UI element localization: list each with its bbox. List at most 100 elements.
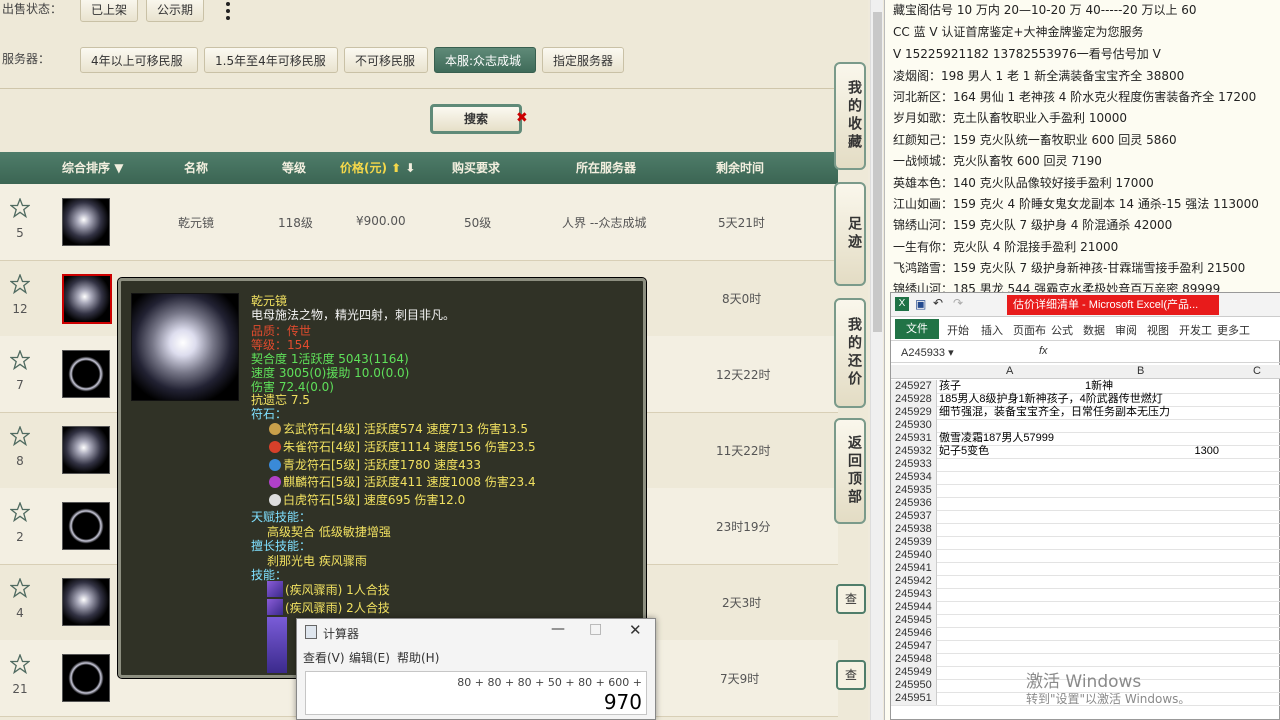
server-button-specify[interactable]: 指定服务器 (542, 47, 624, 73)
item-thumbnail[interactable] (62, 198, 110, 246)
close-icon[interactable]: ✕ (629, 621, 642, 639)
menu-edit[interactable]: 编辑(E) (349, 649, 390, 666)
item-thumbnail[interactable] (62, 502, 110, 550)
header-price[interactable]: 价格(元) ⬆ ⬇ (340, 152, 415, 184)
item-thumbnail[interactable] (62, 426, 110, 474)
excel-window[interactable]: X ▣ ↶ ↷ 估价详细清单 - Microsoft Excel(产品... 文… (890, 292, 1280, 720)
rank-number: 7 (16, 378, 24, 392)
close-icon[interactable]: ✖ (516, 110, 528, 126)
star-icon[interactable] (10, 198, 30, 218)
star-icon[interactable] (10, 274, 30, 294)
table-row[interactable]: 245928 185男人8级护身1新神孩子，4阶武器传世燃灯 (891, 393, 1280, 407)
table-row[interactable]: 245935 (891, 484, 1280, 498)
rank-number: 2 (16, 530, 24, 544)
item-thumbnail[interactable] (62, 350, 110, 398)
tab-developer[interactable]: 开发工 (1179, 322, 1212, 338)
table-row[interactable]: 245942 (891, 575, 1280, 589)
table-row[interactable]: 245937 (891, 510, 1280, 524)
item-thumbnail[interactable] (62, 274, 112, 324)
calculator-title: 计算器 (323, 627, 360, 641)
more-vertical-icon[interactable] (222, 0, 234, 22)
tab-file[interactable]: 文件 (895, 319, 939, 339)
item-thumbnail[interactable] (62, 654, 110, 702)
server-button-non-migrate[interactable]: 不可移民服 (344, 47, 428, 73)
server-button-1-5yr[interactable]: 1.5年至4年可移民服 (204, 47, 338, 73)
tab-formula[interactable]: 公式 (1051, 322, 1073, 338)
side-button-back-to-top[interactable]: 返回顶部 (834, 418, 866, 524)
view-button[interactable]: 查 (836, 660, 866, 690)
star-icon[interactable] (10, 654, 30, 674)
tab-data[interactable]: 数据 (1083, 322, 1105, 338)
side-button-favorites[interactable]: 我的收藏 (834, 62, 866, 170)
table-row[interactable]: 245933 (891, 458, 1280, 472)
star-icon[interactable] (10, 502, 30, 522)
tab-more[interactable]: 更多工 (1217, 322, 1250, 338)
name-box[interactable]: A245933 ▾ (901, 345, 985, 361)
table-row[interactable]: 245934 (891, 471, 1280, 485)
table-row[interactable]: 245947 (891, 640, 1280, 654)
item-thumbnail[interactable] (62, 578, 110, 626)
table-row[interactable]: 245940 (891, 549, 1280, 563)
scrollbar[interactable] (870, 0, 883, 720)
menu-help[interactable]: 帮助(H) (397, 649, 439, 666)
notes-line: 凌烟阁：198 男人 1 老 1 新全满装备宝宝齐全 38800 (893, 69, 1185, 83)
header-sort[interactable]: 综合排序 ▼ (62, 152, 123, 184)
chevron-down-icon: ▼ (114, 161, 124, 175)
excel-title: 估价详细清单 - Microsoft Excel(产品... (1007, 295, 1219, 315)
star-icon[interactable] (10, 350, 30, 370)
table-row[interactable]: 245943 (891, 588, 1280, 602)
table-row[interactable]: 245938 (891, 523, 1280, 537)
table-row[interactable]: 245929 细节强混，装备宝宝齐全，日常任务副本无压力 (891, 406, 1280, 420)
menu-view[interactable]: 查看(V) (303, 649, 345, 666)
scrollbar-thumb[interactable] (873, 12, 882, 332)
notes-line: 红颜知己：159 克火队统一畜牧职业 600 回灵 5860 (893, 133, 1177, 147)
tab-review[interactable]: 审阅 (1115, 322, 1137, 338)
table-row[interactable]: 245945 (891, 614, 1280, 628)
table-row[interactable]: 245941 (891, 562, 1280, 576)
rune-icon (269, 441, 281, 453)
save-icon[interactable]: ▣ (915, 297, 926, 311)
rune-icon (269, 423, 281, 435)
star-icon[interactable] (10, 426, 30, 446)
table-row[interactable]: 245930 (891, 419, 1280, 433)
tab-insert[interactable]: 插入 (981, 322, 1003, 338)
search-button[interactable]: 搜索 (430, 104, 522, 134)
server-button-this[interactable]: 本服:众志成城 (434, 47, 536, 73)
table-row[interactable]: 245936 (891, 497, 1280, 511)
chevron-down-icon: ▾ (948, 347, 954, 359)
notes-red-line: 藏宝阁估号 10 万内 20—10-20 万 40-----20 万以上 60 (893, 3, 1197, 17)
undo-icon[interactable]: ↶ (933, 296, 943, 310)
column-header-a[interactable]: A (1006, 365, 1013, 377)
table-row[interactable]: 245944 (891, 601, 1280, 615)
star-icon[interactable] (10, 578, 30, 598)
tab-view[interactable]: 视图 (1147, 322, 1169, 338)
status-button-listed[interactable]: 已上架 (80, 0, 139, 22)
fx-icon[interactable]: fx (1039, 345, 1048, 357)
rune-icon (269, 476, 281, 488)
table-row[interactable]: 245927 孩子 1新神 (891, 380, 1280, 394)
item-name[interactable]: 乾元镜 (178, 214, 214, 231)
column-header-b[interactable]: B (1137, 365, 1144, 377)
rank-number: 21 (12, 682, 28, 696)
table-row[interactable]: 245948 (891, 653, 1280, 667)
status-button-public[interactable]: 公示期 (146, 0, 205, 22)
side-button-history[interactable]: 足迹 (834, 182, 866, 286)
table-row[interactable]: 245939 (891, 536, 1280, 550)
redo-icon[interactable]: ↷ (953, 296, 963, 310)
view-button[interactable]: 查 (836, 584, 866, 614)
calculator-window[interactable]: 计算器 — □ ✕ 查看(V) 编辑(E) 帮助(H) 80 + 80 + 80… (296, 618, 656, 720)
maximize-icon[interactable]: □ (589, 621, 602, 637)
table-row[interactable]: 245932 妃子5变色 1300 (891, 445, 1280, 459)
server-button-4yr[interactable]: 4年以上可移民服 (80, 47, 198, 73)
notes-line: 英雄本色：140 克火队品像较好接手盈利 17000 (893, 176, 1154, 190)
side-button-my-offers[interactable]: 我的还价 (834, 298, 866, 408)
minimize-icon[interactable]: — (551, 621, 565, 637)
tab-home[interactable]: 开始 (947, 322, 969, 338)
formula-bar: A245933 ▾ fx (891, 343, 1280, 363)
notes-line: 河北新区：164 男仙 1 老神孩 4 阶水克火程度伤害装备齐全 17200 (893, 90, 1257, 104)
table-row[interactable]: 5 乾元镜 118级 ¥900.00 50级 人界 --众志成城 5天21时 (0, 184, 838, 261)
table-row[interactable]: 245931 傲雪凌霜187男人57999 (891, 432, 1280, 446)
table-row[interactable]: 245946 (891, 627, 1280, 641)
tab-layout[interactable]: 页面布 (1013, 322, 1046, 338)
column-header-c[interactable]: C (1253, 365, 1261, 377)
